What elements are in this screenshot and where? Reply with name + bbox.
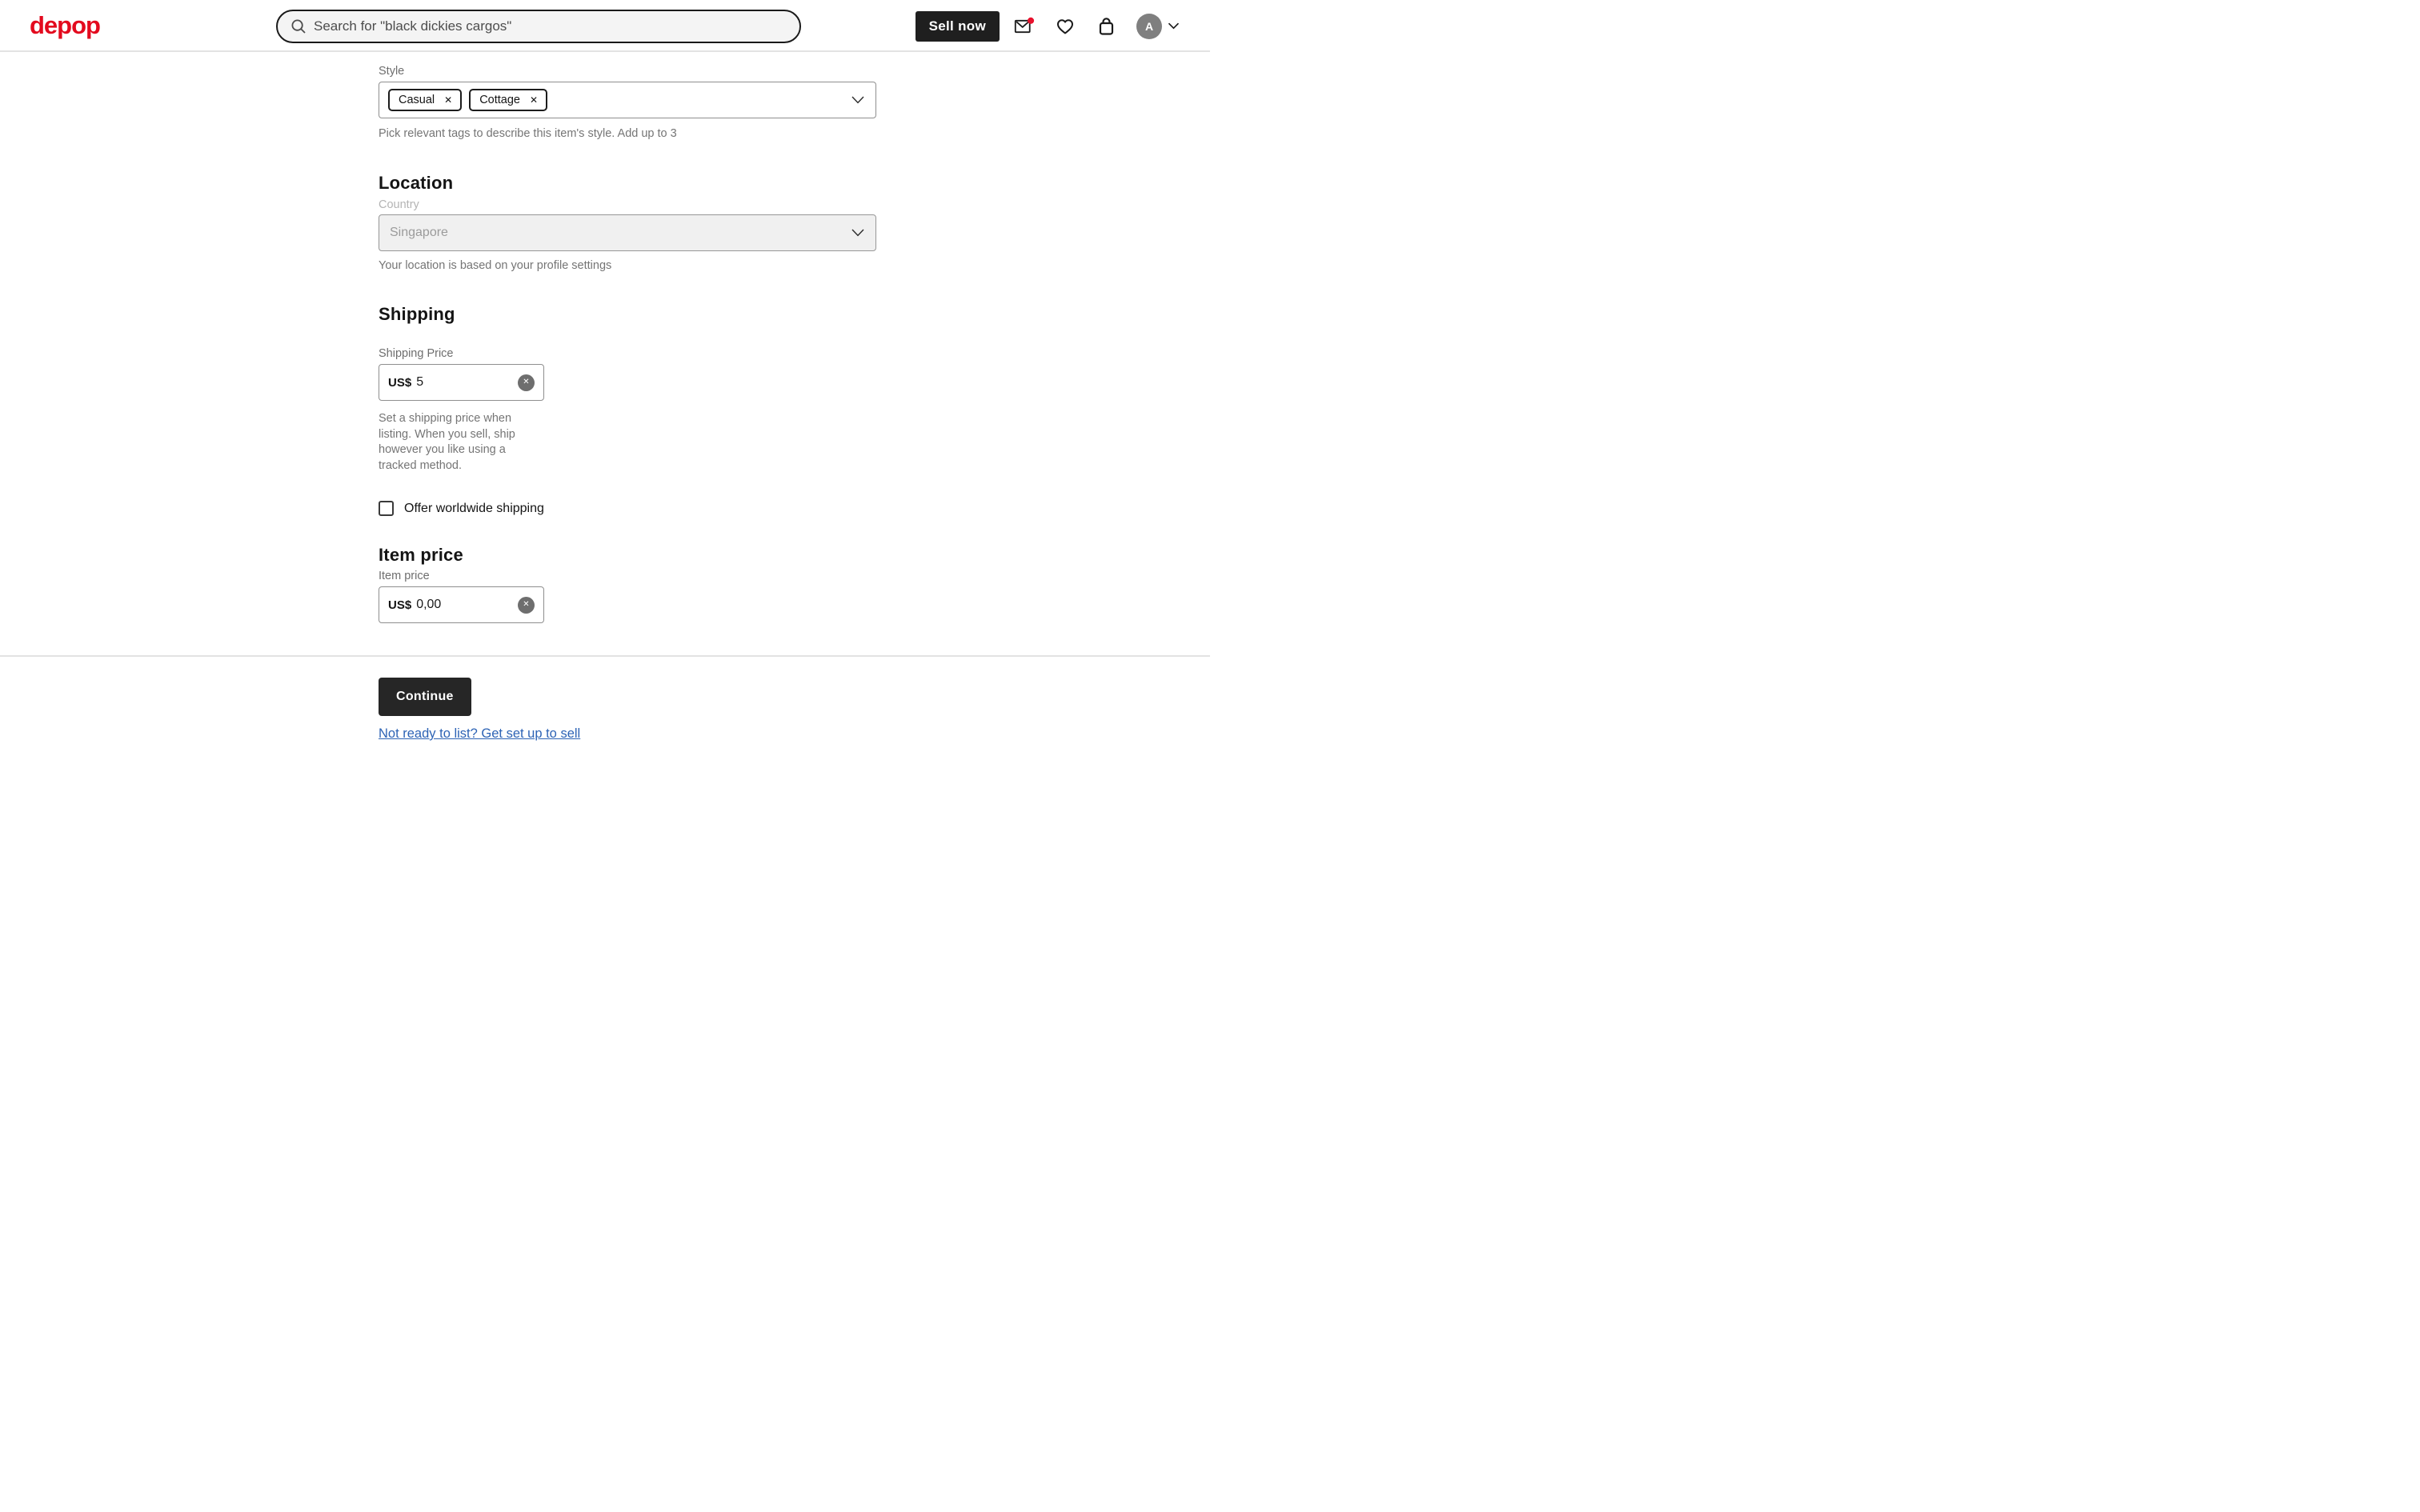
heart-icon — [1055, 17, 1076, 36]
shopping-bag-icon — [1096, 16, 1116, 37]
depop-logo[interactable]: depop — [30, 11, 100, 40]
clear-input-button[interactable]: ✕ — [518, 597, 535, 614]
search-icon — [290, 18, 307, 34]
country-label: Country — [379, 198, 876, 211]
account-menu[interactable]: A — [1136, 14, 1180, 39]
location-helper-text: Your location is based on your profile s… — [379, 258, 876, 274]
shipping-helper-text: Set a shipping price when listing. When … — [379, 411, 523, 474]
currency-prefix: US$ — [388, 598, 411, 612]
search-input[interactable] — [314, 18, 787, 34]
item-price-field[interactable]: US$ ✕ — [379, 586, 544, 623]
chevron-down-icon — [851, 96, 864, 104]
item-price-heading: Item price — [379, 545, 876, 566]
shipping-price-label: Shipping Price — [379, 347, 876, 360]
form-footer: Continue Not ready to list? Get set up t… — [0, 655, 1210, 756]
style-label: Style — [379, 65, 876, 78]
clear-icon: ✕ — [523, 378, 529, 386]
clear-input-button[interactable]: ✕ — [518, 374, 535, 391]
bag-icon[interactable] — [1096, 16, 1116, 37]
style-tag-cottage[interactable]: Cottage ✕ — [469, 89, 547, 111]
shipping-heading: Shipping — [379, 304, 876, 325]
header-actions: Sell now A — [916, 0, 1180, 52]
remove-tag-icon[interactable]: ✕ — [530, 95, 538, 105]
shipping-price-field[interactable]: US$ ✕ — [379, 364, 544, 401]
item-price-label: Item price — [379, 570, 876, 582]
continue-button[interactable]: Continue — [379, 678, 471, 716]
style-tag-casual[interactable]: Casual ✕ — [388, 89, 462, 111]
get-set-up-to-sell-link[interactable]: Not ready to list? Get set up to sell — [379, 726, 580, 742]
clear-icon: ✕ — [523, 601, 529, 609]
currency-prefix: US$ — [388, 376, 411, 390]
remove-tag-icon[interactable]: ✕ — [444, 95, 452, 105]
worldwide-shipping-row: Offer worldwide shipping — [379, 501, 876, 516]
envelope-icon — [1014, 16, 1035, 37]
worldwide-shipping-label[interactable]: Offer worldwide shipping — [404, 502, 544, 516]
item-price-input[interactable] — [416, 598, 513, 612]
style-helper-text: Pick relevant tags to describe this item… — [379, 126, 876, 142]
country-value: Singapore — [390, 226, 448, 240]
avatar[interactable]: A — [1136, 14, 1162, 39]
style-select[interactable]: Casual ✕ Cottage ✕ — [379, 82, 876, 118]
worldwide-shipping-checkbox[interactable] — [379, 501, 394, 516]
chevron-down-icon — [851, 229, 864, 237]
search-bar[interactable] — [276, 10, 801, 43]
shipping-price-input[interactable] — [416, 375, 513, 390]
listing-form: Style Casual ✕ Cottage ✕ Pick relevant t… — [379, 52, 876, 623]
sell-now-button[interactable]: Sell now — [916, 11, 1000, 42]
messages-icon[interactable] — [1014, 16, 1035, 37]
location-heading: Location — [379, 173, 876, 194]
header: depop Sell now — [0, 0, 1210, 52]
country-select[interactable]: Singapore — [379, 214, 876, 251]
notification-dot — [1028, 17, 1034, 23]
style-tag-label: Cottage — [479, 94, 520, 106]
depop-listing-page: depop Sell now — [0, 0, 1210, 756]
style-tag-label: Casual — [399, 94, 435, 106]
saved-items-icon[interactable] — [1055, 17, 1076, 36]
chevron-down-icon — [1168, 22, 1180, 30]
